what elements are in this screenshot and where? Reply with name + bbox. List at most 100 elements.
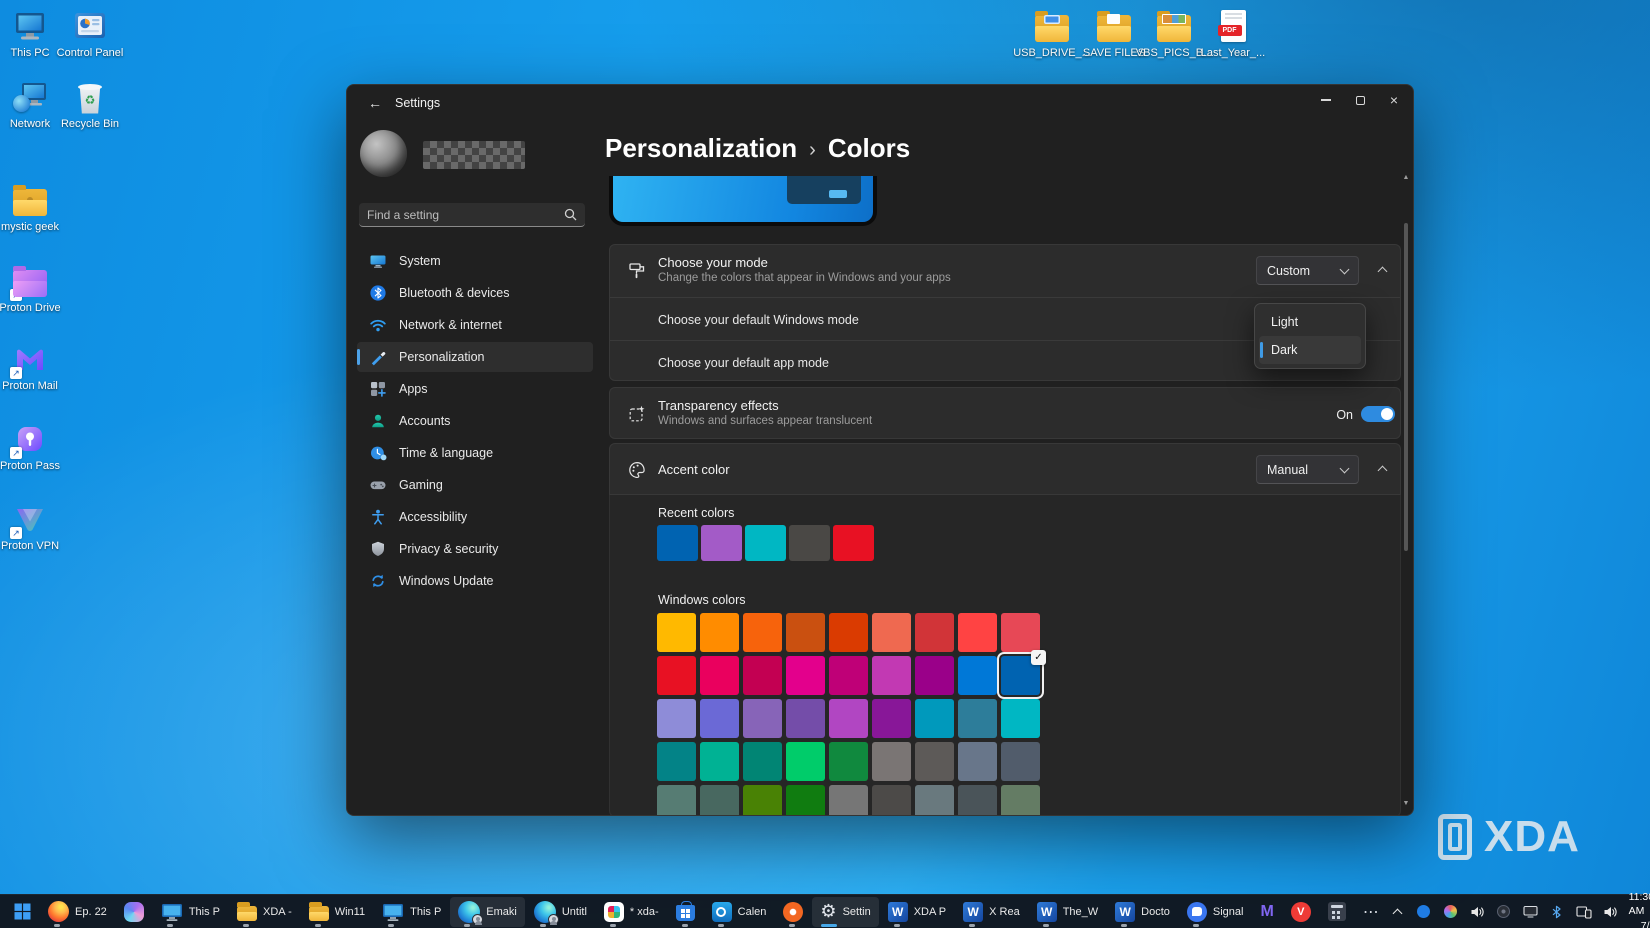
windows-color-swatch[interactable] [915, 613, 954, 652]
scrollbar-thumb[interactable] [1404, 223, 1408, 551]
sidebar-item-accounts[interactable]: Accounts [357, 406, 593, 436]
windows-color-swatch[interactable] [1001, 742, 1040, 781]
minimize-button[interactable] [1309, 87, 1343, 113]
taskbar-button-word-xda-p[interactable]: WXDA P [880, 897, 954, 927]
recent-color-swatch[interactable] [701, 525, 742, 561]
windows-color-swatch[interactable] [743, 656, 782, 695]
display-icon[interactable] [1522, 902, 1539, 922]
accent-mode-dropdown[interactable]: Manual [1256, 455, 1359, 484]
windows-color-swatch[interactable] [915, 699, 954, 738]
back-button[interactable]: ← [361, 91, 389, 115]
windows-color-swatch[interactable] [786, 785, 825, 816]
windows-color-swatch[interactable] [743, 699, 782, 738]
breadcrumb-personalization[interactable]: Personalization [605, 133, 797, 164]
taskbar-button-folder-win11[interactable]: Win11 [301, 897, 373, 927]
phone-link-icon[interactable] [1575, 902, 1592, 922]
volume-icon[interactable] [1602, 902, 1619, 922]
desktop-icon-proton-mail[interactable]: ↗Proton Mail [0, 341, 68, 392]
windows-color-swatch[interactable] [915, 742, 954, 781]
taskbar-button-calculator[interactable] [1320, 897, 1354, 927]
taskbar-button-start[interactable] [6, 897, 39, 927]
windows-color-swatch[interactable] [700, 785, 739, 816]
desktop-icon-proton-drive[interactable]: ↗Proton Drive [0, 263, 68, 314]
desktop-icon-pdf-file[interactable]: Last_Year_... [1195, 8, 1271, 59]
scroll-down-arrow[interactable]: ▼ [1400, 797, 1412, 809]
windows-color-swatch[interactable] [829, 656, 868, 695]
taskbar-button-vivaldi[interactable]: V [1283, 897, 1319, 927]
settings-search[interactable] [359, 203, 585, 227]
windows-color-swatch-selected[interactable]: ✓ [1001, 656, 1040, 695]
taskbar-button-microsoft-store[interactable] [668, 897, 703, 927]
color-wheel-icon[interactable] [1442, 902, 1459, 922]
accent-collapse-button[interactable] [1367, 457, 1397, 481]
windows-color-swatch[interactable] [700, 742, 739, 781]
desktop-icon-mystic-geek-folder[interactable]: mystic geek [0, 182, 68, 233]
windows-color-swatch[interactable] [786, 742, 825, 781]
scrollbar[interactable] [1404, 181, 1408, 793]
windows-color-swatch[interactable] [872, 613, 911, 652]
taskbar-button-outlook-calendar[interactable]: Calen [704, 897, 775, 927]
windows-color-swatch[interactable] [872, 656, 911, 695]
sidebar-item-bluetooth-devices[interactable]: Bluetooth & devices [357, 278, 593, 308]
windows-color-swatch[interactable] [872, 785, 911, 816]
mode-collapse-button[interactable] [1367, 258, 1397, 282]
onedrive-icon[interactable] [1415, 902, 1432, 922]
recent-color-swatch[interactable] [833, 525, 874, 561]
windows-color-swatch[interactable] [786, 699, 825, 738]
windows-color-swatch[interactable] [1001, 699, 1040, 738]
windows-color-swatch[interactable] [958, 656, 997, 695]
taskbar-button-overflow[interactable]: ⋯ [1355, 897, 1388, 927]
windows-color-swatch[interactable] [958, 785, 997, 816]
user-avatar[interactable] [360, 130, 407, 177]
windows-color-swatch[interactable] [743, 742, 782, 781]
windows-color-swatch[interactable] [1001, 785, 1040, 816]
sidebar-item-time-language[interactable]: Time & language [357, 438, 593, 468]
windows-color-swatch[interactable] [872, 699, 911, 738]
windows-color-swatch[interactable] [786, 656, 825, 695]
desktop-icon-proton-vpn[interactable]: ↗Proton VPN [0, 501, 68, 552]
taskbar-clock[interactable]: 11:30:11 AM7/1/2025 [1629, 890, 1650, 928]
taskbar-button-word-x-rea[interactable]: WX Rea [955, 897, 1028, 927]
windows-color-swatch[interactable] [657, 656, 696, 695]
sidebar-item-accessibility[interactable]: Accessibility [357, 502, 593, 532]
recent-color-swatch[interactable] [657, 525, 698, 561]
flyout-option-light[interactable]: Light [1259, 308, 1361, 336]
taskbar-button-proton-mail[interactable]: M [1252, 897, 1281, 927]
windows-color-swatch[interactable] [958, 742, 997, 781]
taskbar-button-explorer-this-pc[interactable]: This P [153, 897, 228, 927]
taskbar-button-settings-app[interactable]: ⚙Settin [812, 897, 878, 927]
desktop-icon-recycle-bin[interactable]: ♻Recycle Bin [52, 79, 128, 130]
sidebar-item-gaming[interactable]: Gaming [357, 470, 593, 500]
taskbar-button-folder-xda[interactable]: XDA - [229, 897, 300, 927]
windows-color-swatch[interactable] [743, 613, 782, 652]
maximize-button[interactable] [1343, 87, 1377, 113]
taskbar-button-word-the-w[interactable]: WThe_W [1029, 897, 1106, 927]
desktop-icon-proton-pass[interactable]: ↗Proton Pass [0, 421, 68, 472]
volume-mix-icon[interactable] [1469, 902, 1486, 922]
sidebar-item-privacy-security[interactable]: Privacy & security [357, 534, 593, 564]
sidebar-item-system[interactable]: System [357, 246, 593, 276]
windows-color-swatch[interactable] [829, 785, 868, 816]
windows-color-swatch[interactable] [872, 742, 911, 781]
taskbar-button-orange-app[interactable] [775, 897, 811, 927]
windows-color-swatch[interactable] [743, 785, 782, 816]
windows-color-swatch[interactable] [657, 742, 696, 781]
search-input[interactable] [367, 208, 558, 222]
windows-color-swatch[interactable] [829, 613, 868, 652]
windows-color-swatch[interactable] [657, 785, 696, 816]
windows-color-swatch[interactable] [915, 785, 954, 816]
sidebar-item-personalization[interactable]: Personalization [357, 342, 593, 372]
sidebar-item-windows-update[interactable]: Windows Update [357, 566, 593, 596]
windows-color-swatch[interactable] [829, 699, 868, 738]
windows-color-swatch[interactable] [657, 699, 696, 738]
taskbar-button-edge-emaki[interactable]: Emaki [450, 897, 525, 927]
camera-icon[interactable] [1495, 902, 1512, 922]
sidebar-item-apps[interactable]: Apps [357, 374, 593, 404]
bluetooth-icon[interactable] [1549, 902, 1566, 922]
windows-color-swatch[interactable] [700, 699, 739, 738]
close-button[interactable]: × [1377, 87, 1411, 113]
windows-color-swatch[interactable] [700, 613, 739, 652]
windows-color-swatch[interactable] [657, 613, 696, 652]
windows-color-swatch[interactable] [829, 742, 868, 781]
windows-color-swatch[interactable] [1001, 613, 1040, 652]
